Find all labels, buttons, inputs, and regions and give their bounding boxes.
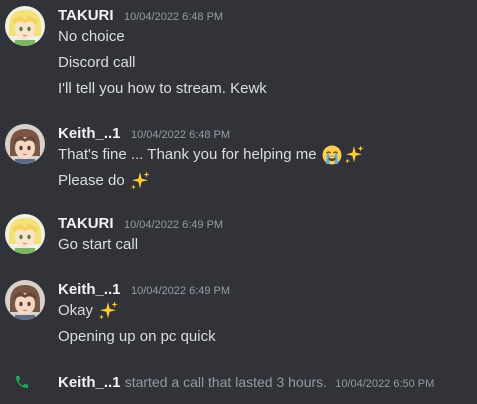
phone-icon xyxy=(16,376,28,388)
sparkles-emoji-icon xyxy=(343,144,365,166)
message-header: Keith_..1 10/04/2022 6:49 PM xyxy=(58,281,230,299)
message-text: I'll tell you how to stream. Kewk xyxy=(58,78,267,100)
message-text: Go start call xyxy=(58,234,138,256)
message-header: Keith_..1 10/04/2022 6:48 PM xyxy=(58,125,230,143)
avatar[interactable] xyxy=(5,214,45,254)
message-line: Discord call xyxy=(58,54,136,71)
username[interactable]: TAKURI xyxy=(58,7,114,24)
message-line: Okay xyxy=(58,302,94,319)
username[interactable]: Keith_..1 xyxy=(58,281,121,298)
timestamp: 10/04/2022 6:48 PM xyxy=(130,129,231,141)
message-line: No choice xyxy=(58,28,125,45)
avatar[interactable] xyxy=(5,124,45,164)
crying-face-emoji-icon xyxy=(321,144,343,166)
message-line: That's fine ... Thank you for helping me xyxy=(58,146,317,163)
message-line: I'll tell you how to stream. Kewk xyxy=(58,80,267,97)
call-description: started a call that lasted 3 hours. xyxy=(124,374,328,390)
timestamp: 10/04/2022 6:49 PM xyxy=(130,285,231,297)
call-event-text: Keith_..1 started a call that lasted 3 h… xyxy=(58,371,434,393)
username[interactable]: Keith_..1 xyxy=(58,125,121,142)
avatar[interactable] xyxy=(5,280,45,320)
message-line: Opening up on pc quick xyxy=(58,328,216,345)
message-text: No choice xyxy=(58,26,125,48)
username[interactable]: Keith_..1 xyxy=(58,374,121,391)
message-text: Discord call xyxy=(58,52,136,74)
message-header: TAKURI 10/04/2022 6:48 PM xyxy=(58,7,223,25)
sparkles-emoji-icon xyxy=(129,170,151,192)
message-line: Go start call xyxy=(58,236,139,253)
avatar[interactable] xyxy=(5,6,45,46)
message-text: Please do xyxy=(58,170,151,192)
message-text: Okay xyxy=(58,300,119,322)
message-text: Opening up on pc quick xyxy=(58,326,216,348)
message-text: That's fine ... Thank you for helping me xyxy=(58,144,365,166)
message-header: TAKURI 10/04/2022 6:49 PM xyxy=(58,215,223,233)
timestamp: 10/04/2022 6:50 PM xyxy=(335,378,435,390)
timestamp: 10/04/2022 6:49 PM xyxy=(124,219,224,231)
chat-messages: TAKURI 10/04/2022 6:48 PM No choice Disc… xyxy=(0,0,477,404)
call-event-message: Keith_..1 started a call that lasted 3 h… xyxy=(0,371,477,393)
timestamp: 10/04/2022 6:48 PM xyxy=(124,11,224,23)
username[interactable]: TAKURI xyxy=(58,215,114,232)
sparkles-emoji-icon xyxy=(97,300,119,322)
message-line: Please do xyxy=(58,172,125,189)
